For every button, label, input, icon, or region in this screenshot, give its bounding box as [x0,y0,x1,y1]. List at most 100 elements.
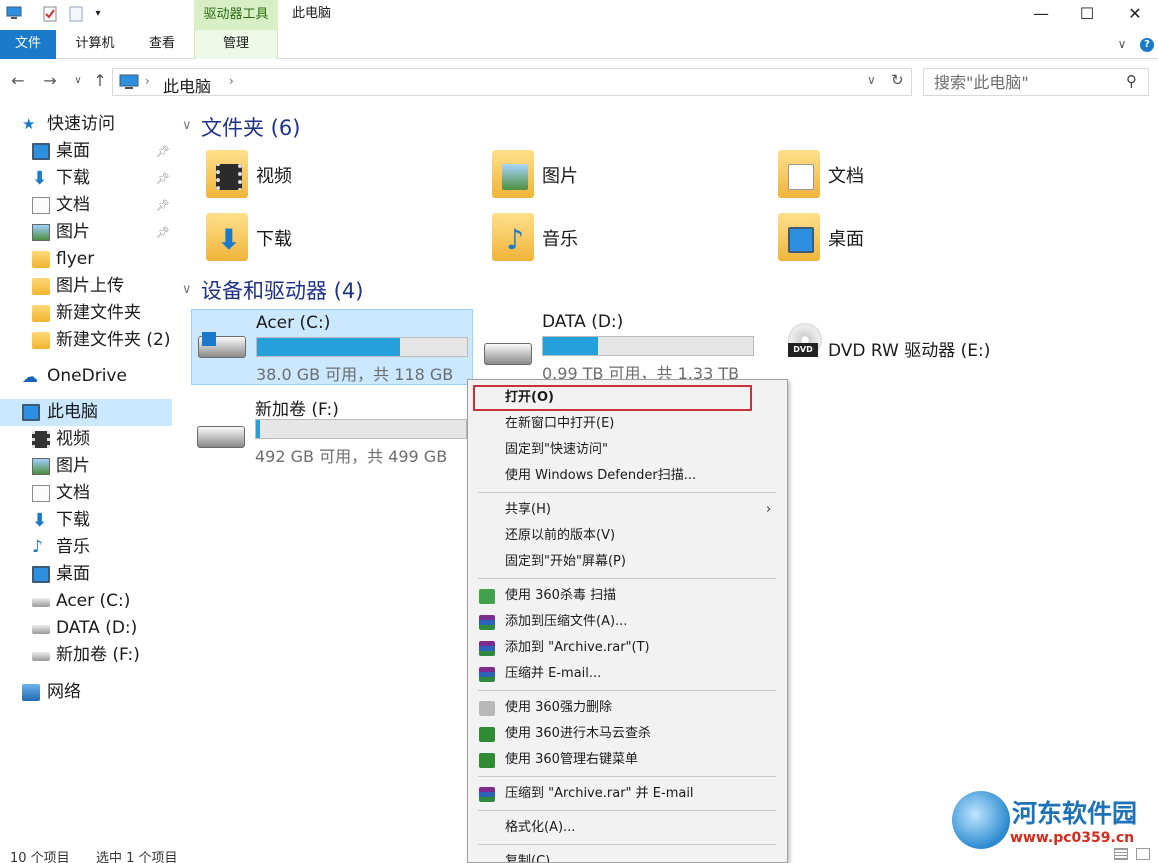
folder-videos[interactable]: 视频 [202,148,482,204]
folder-pictures[interactable]: 图片 [488,148,768,204]
folder-documents[interactable]: 文档 [774,148,1054,204]
menu-item-compress-rar-email[interactable]: 压缩到 "Archive.rar" 并 E-mail [468,781,787,807]
sidebar-item-pc-pictures[interactable]: 图片 [0,453,172,480]
menu-item-360-trojan-scan[interactable]: 使用 360进行木马云查杀 [468,721,787,747]
collapse-chevron-icon[interactable]: ∨ [182,118,192,133]
collapse-chevron-icon[interactable]: ∨ [182,282,192,297]
menu-item-add-to-archive-rar[interactable]: 添加到 "Archive.rar"(T) [468,635,787,661]
sidebar-item-this-pc[interactable]: 此电脑 [0,399,172,426]
menu-item-restore-versions[interactable]: 还原以前的版本(V) [468,523,787,549]
properties-checkmark-icon[interactable] [42,6,58,22]
menu-item-share[interactable]: 共享(H) › [468,497,787,523]
tab-view[interactable]: 查看 [134,30,190,59]
menu-item-360-antivirus-scan[interactable]: 使用 360杀毒 扫描 [468,583,787,609]
search-icon[interactable]: ⚲ [1126,72,1137,90]
sidebar-item-onedrive[interactable]: ☁ OneDrive [0,363,172,390]
tab-manage[interactable]: 管理 [194,30,278,59]
menu-item-compress-email[interactable]: 压缩并 E-mail... [468,661,787,687]
folder-desktop[interactable]: 桌面 [774,211,1054,267]
forward-arrow-icon[interactable]: → [40,70,60,92]
sidebar-item-flyer[interactable]: flyer [0,246,172,273]
address-history-chevron-icon[interactable]: ∨ [867,73,876,87]
sidebar-item-pc-documents[interactable]: 文档 [0,480,172,507]
sidebar-item-videos[interactable]: 视频 [0,426,172,453]
drive-d-tile[interactable]: DATA (D:) 0.99 TB 可用，共 1.33 TB [478,309,760,385]
details-view-icon[interactable] [1114,848,1128,860]
menu-item-open-new-window[interactable]: 在新窗口中打开(E) [468,411,787,437]
menu-item-add-to-archive[interactable]: 添加到压缩文件(A)... [468,609,787,635]
sidebar-item-label: 音乐 [56,537,90,557]
drive-c-tile[interactable]: Acer (C:) 38.0 GB 可用，共 118 GB [191,309,473,385]
search-input[interactable] [924,69,1114,95]
folder-name: 音乐 [542,229,578,250]
drive-name: Acer (C:) [256,313,331,333]
menu-item-pin-start[interactable]: 固定到"开始"屏幕(P) [468,549,787,575]
back-arrow-icon[interactable]: ← [8,70,28,92]
tab-file[interactable]: 文件 [0,30,56,59]
sidebar-item-music[interactable]: ♪ 音乐 [0,534,172,561]
address-bar[interactable]: › 此电脑 › ∨ ↻ [112,68,912,96]
document-icon [32,485,50,502]
menu-item-format[interactable]: 格式化(A)... [468,815,787,841]
sidebar-item-label: 桌面 [56,564,90,584]
search-box[interactable]: ⚲ [923,68,1149,96]
drive-usage-fill [257,338,400,356]
drive-f-tile[interactable]: 新加卷 (F:) 492 GB 可用，共 499 GB [191,392,473,468]
customize-toolbar-icon[interactable]: ▾ [90,6,106,22]
sidebar-item-image-upload[interactable]: 图片上传 [0,273,172,300]
large-icons-view-icon[interactable] [1136,848,1150,860]
devices-group-header[interactable]: 设备和驱动器 (4) [201,275,363,305]
maximize-button[interactable]: ☐ [1064,0,1110,30]
sidebar-item-label: 快速访问 [47,114,115,134]
menu-item-defender-scan[interactable]: 使用 Windows Defender扫描... [468,463,787,489]
help-button[interactable]: ? [1138,30,1156,59]
computer-icon[interactable] [6,6,22,22]
sidebar-item-drive-d[interactable]: DATA (D:) [0,615,172,642]
menu-item-pin-quick-access[interactable]: 固定到"快速访问" [468,437,787,463]
breadcrumb-chevron-icon[interactable]: › [145,74,150,88]
recent-locations-icon[interactable]: ∨ [68,70,88,92]
desktop-icon [32,566,50,583]
video-icon [32,431,50,448]
up-arrow-icon[interactable]: ↑ [90,70,110,92]
sidebar-item-quick-access[interactable]: ★ 快速访问 [0,111,172,138]
ribbon-expand-icon[interactable]: ∨ [1112,30,1132,59]
refresh-icon[interactable]: ↻ [891,71,904,89]
sidebar-item-drive-c[interactable]: Acer (C:) [0,588,172,615]
sidebar-item-pc-downloads[interactable]: ⬇ 下载 [0,507,172,534]
menu-item-copy[interactable]: 复制(C) [468,849,787,862]
menu-item-360-force-delete[interactable]: 使用 360强力删除 [468,695,787,721]
pin-icon[interactable]: 📌︎ [156,192,170,219]
pin-icon[interactable]: 📌︎ [156,219,170,246]
close-button[interactable]: ✕ [1112,0,1158,30]
menu-separator [478,810,776,811]
sidebar-item-drive-f[interactable]: 新加卷 (F:) [0,642,172,669]
new-folder-icon[interactable] [68,6,84,22]
sidebar-item-pc-desktop[interactable]: 桌面 [0,561,172,588]
sidebar-item-desktop[interactable]: 桌面 📌︎ [0,138,172,165]
sidebar-item-pictures[interactable]: 图片 📌︎ [0,219,172,246]
sidebar-item-network[interactable]: 网络 [0,679,172,706]
sidebar-item-label: 视频 [56,429,90,449]
sidebar-item-new-folder-2[interactable]: 新建文件夹 (2) [0,327,172,354]
pin-icon[interactable]: 📌︎ [156,165,170,192]
breadcrumb-chevron-icon[interactable]: › [229,74,234,88]
breadcrumb-this-pc[interactable]: 此电脑 [163,73,211,97]
pin-icon[interactable]: 📌︎ [156,138,170,165]
sidebar-item-downloads[interactable]: ⬇ 下载 📌︎ [0,165,172,192]
sidebar-item-label: 桌面 [56,141,90,161]
minimize-button[interactable]: — [1018,0,1064,30]
folder-downloads[interactable]: ⬇ 下载 [202,211,482,267]
drive-e-dvd-tile[interactable]: DVD DVD RW 驱动器 (E:) [768,309,1008,385]
drive-name: DATA (D:) [542,312,624,332]
folder-music[interactable]: ♪ 音乐 [488,211,768,267]
folders-group-header[interactable]: 文件夹 (6) [201,112,300,142]
drive-space-info: 38.0 GB 可用，共 118 GB [256,365,454,384]
tab-computer[interactable]: 计算机 [66,30,124,59]
folder-icon [32,278,50,295]
sidebar-item-documents[interactable]: 文档 📌︎ [0,192,172,219]
shredder-icon [479,701,495,716]
sidebar-item-new-folder[interactable]: 新建文件夹 [0,300,172,327]
menu-item-360-manage-menu[interactable]: 使用 360管理右键菜单 [468,747,787,773]
file-explorer-window: ▾ 驱动器工具 此电脑 — ☐ ✕ 文件 计算机 查看 管理 ∨ ? ← → ∨… [0,0,1158,863]
